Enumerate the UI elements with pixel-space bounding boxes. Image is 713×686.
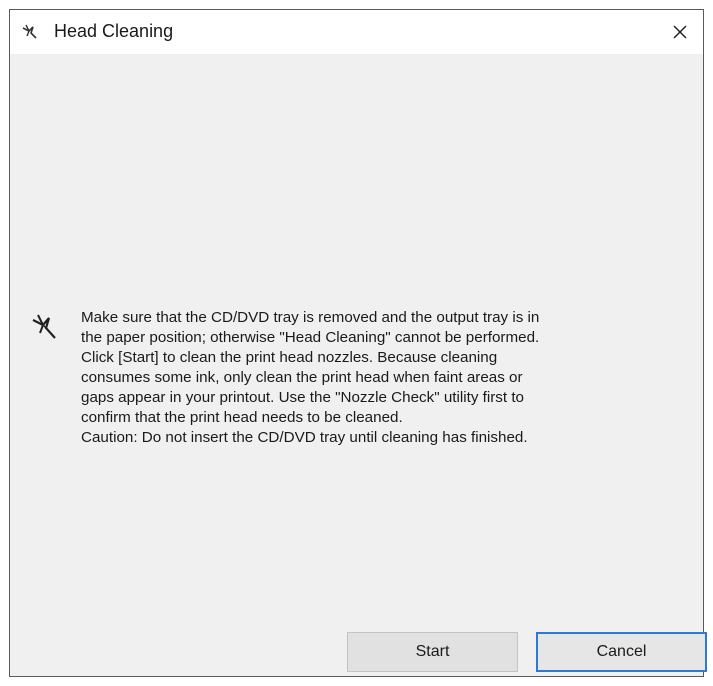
message-line: confirm that the print head needs to be … — [81, 409, 403, 426]
message-line: the paper position; otherwise "Head Clea… — [81, 329, 540, 346]
head-cleaning-dialog: Head Cleaning Make sure that the CD/DVD … — [9, 9, 707, 677]
instruction-message: Make sure that the CD/DVD tray is remove… — [81, 308, 681, 448]
window-title: Head Cleaning — [54, 21, 174, 41]
close-button[interactable] — [657, 10, 703, 54]
start-button[interactable]: Start — [347, 632, 518, 672]
message-line: Make sure that the CD/DVD tray is remove… — [81, 309, 540, 326]
message-line: Caution: Do not insert the CD/DVD tray u… — [81, 429, 528, 446]
pen-nib-icon — [30, 312, 60, 342]
message-line: consumes some ink, only clean the print … — [81, 369, 523, 386]
close-icon — [673, 25, 687, 39]
cancel-button[interactable]: Cancel — [536, 632, 707, 672]
message-line: gaps appear in your printout. Use the "N… — [81, 389, 524, 406]
message-line: Click [Start] to clean the print head no… — [81, 349, 498, 366]
title-bar[interactable]: Head Cleaning — [10, 10, 703, 54]
dialog-body: Make sure that the CD/DVD tray is remove… — [10, 54, 707, 676]
pen-nib-icon — [20, 22, 40, 42]
